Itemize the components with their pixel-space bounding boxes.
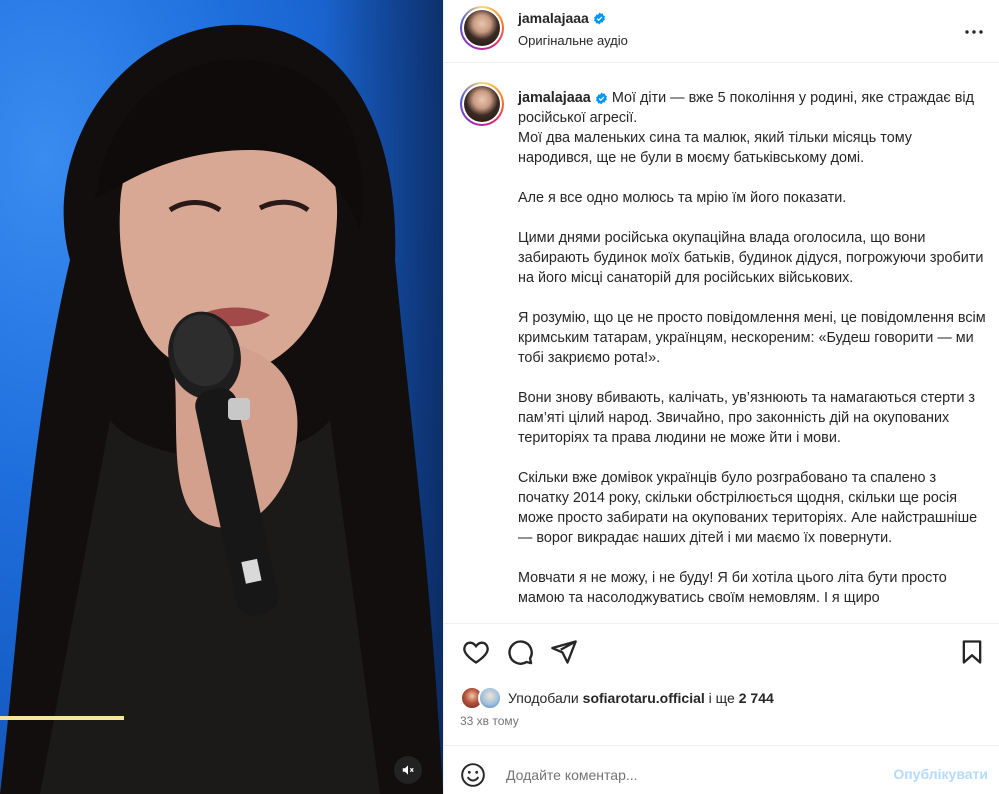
liker-avatars	[460, 686, 504, 710]
post-timestamp[interactable]: 33 хв тому	[460, 714, 519, 728]
caption-paragraph: Цими днями російська окупаційна влада ог…	[518, 230, 984, 286]
speaker-muted-icon	[402, 765, 414, 775]
heart-icon[interactable]	[462, 638, 490, 666]
share-icon[interactable]	[550, 638, 578, 666]
caption-paragraph: Але я все одно молюсь та мрію їм його по…	[518, 190, 847, 206]
author-username[interactable]: jamalajaaa	[518, 10, 589, 26]
performer-image	[0, 24, 443, 794]
caption-paragraph: Скільки вже домівок українців було розгр…	[518, 470, 978, 546]
caption-author-avatar[interactable]	[460, 82, 504, 126]
post-comment-button[interactable]: Опублікувати	[893, 766, 988, 782]
caption-section: jamalajaaa Мої діти — вже 5 покоління у р…	[444, 64, 999, 624]
caption-paragraph: Вони знову вбивають, калічать, ув’язнюют…	[518, 390, 975, 446]
comment-bar: Опублікувати	[444, 745, 999, 794]
author-avatar[interactable]	[460, 6, 504, 50]
liker-username[interactable]: sofiarotaru.official	[583, 690, 705, 706]
avatar	[478, 686, 502, 710]
post-details-panel: jamalajaaa Оригінальне аудіо jamalajaaa М…	[443, 0, 999, 794]
caption-paragraph: Мовчати я не можу, і не буду! Я би хотіл…	[518, 570, 947, 606]
likes-prefix: Уподобали	[508, 690, 579, 706]
video-progress-bar[interactable]	[0, 716, 124, 720]
caption-text: jamalajaaa Мої діти — вже 5 покоління у р…	[518, 88, 988, 623]
caption-paragraph: Я розумію, що це не просто повідомлення …	[518, 310, 986, 366]
likes-count[interactable]: 2 744	[739, 690, 774, 706]
video-player[interactable]	[0, 0, 443, 794]
verified-badge-icon	[593, 12, 605, 24]
more-horizontal-icon[interactable]	[962, 20, 986, 44]
likes-suffix: і ще	[704, 690, 739, 706]
emoji-icon[interactable]	[460, 762, 486, 788]
bookmark-icon[interactable]	[958, 638, 986, 666]
likes-summary[interactable]: Уподобали sofiarotaru.official і ще 2 74…	[460, 686, 774, 710]
caption-username[interactable]: jamalajaaa	[518, 90, 591, 106]
comment-input[interactable]	[506, 764, 866, 786]
post-viewer: jamalajaaa Оригінальне аудіо jamalajaaa М…	[0, 0, 999, 794]
verified-badge-icon	[595, 92, 607, 105]
post-header: jamalajaaa Оригінальне аудіо	[444, 0, 999, 63]
mute-button[interactable]	[394, 756, 422, 784]
original-audio-link[interactable]: Оригінальне аудіо	[518, 33, 628, 48]
post-actions	[444, 638, 999, 674]
comment-icon[interactable]	[506, 638, 534, 666]
